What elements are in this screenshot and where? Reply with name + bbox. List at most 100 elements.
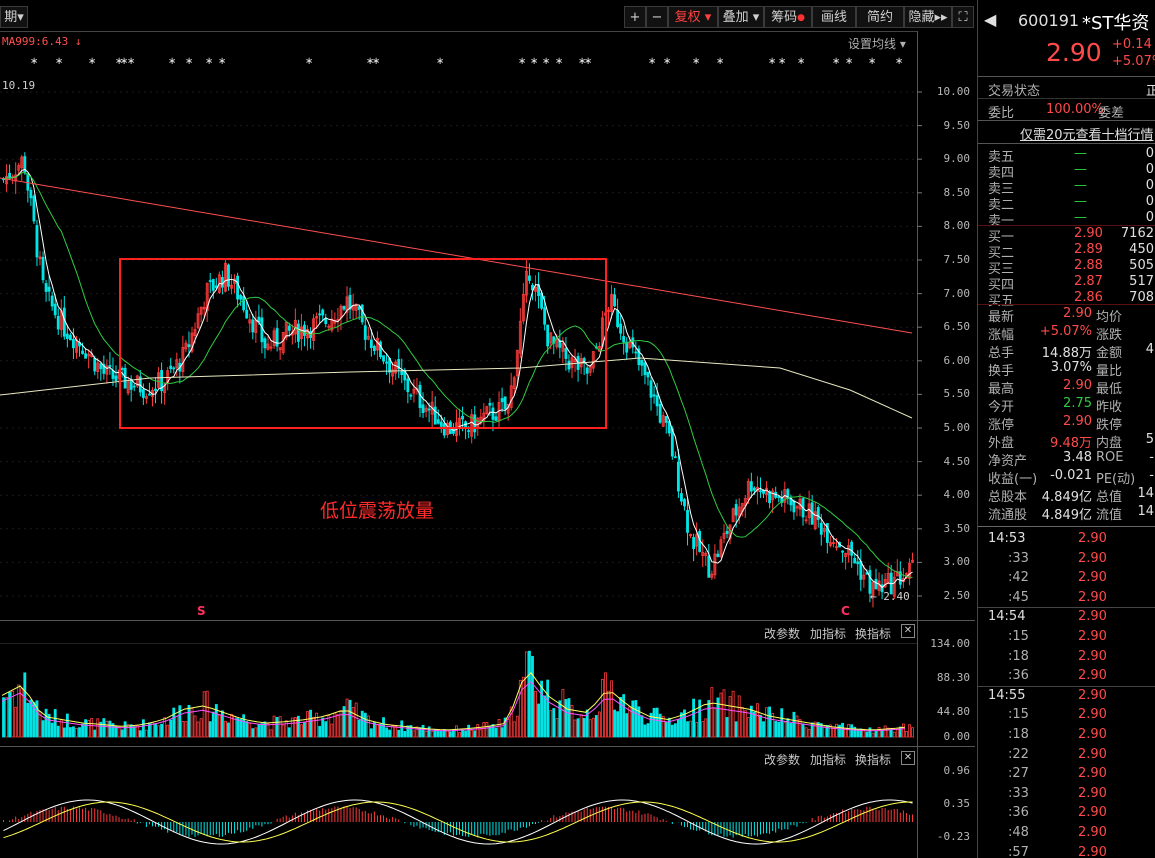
volume-bar: [485, 722, 489, 738]
volume-bar: [865, 731, 869, 738]
candle-body: [655, 395, 659, 407]
close-icon[interactable]: ✕: [901, 751, 915, 765]
buy-level-price: 2.90: [1074, 226, 1103, 241]
stat-label: 最高: [988, 382, 1015, 397]
volume-bar: [868, 727, 872, 738]
price-change-pct: +5.07%: [1112, 54, 1155, 69]
signal-marker: ∗: [845, 56, 853, 67]
candle-body: [692, 537, 696, 549]
diejia-button[interactable]: 叠加 ▾: [718, 6, 764, 28]
candle-body: [108, 365, 112, 367]
volume-bar: [759, 714, 762, 738]
volume-bar: [382, 717, 385, 738]
buy-level-volume: 708: [1129, 290, 1154, 305]
chouma-button[interactable]: 筹码●: [764, 6, 812, 28]
volume-bar: [582, 718, 586, 738]
volume-bar: [154, 723, 157, 738]
close-icon[interactable]: ✕: [901, 624, 915, 638]
volume-bar: [242, 714, 246, 738]
stat-row: 总手 14.88万 金额 4: [978, 342, 1155, 361]
volume-bar: [531, 656, 534, 738]
candle-body: [585, 367, 589, 374]
tick-row: :36 2.90: [978, 805, 1155, 823]
stat-row: 最新 2.90 均价: [978, 306, 1155, 325]
signal-marker: ∗: [797, 56, 805, 67]
volume-bar: [227, 722, 230, 738]
stat-label: 换手: [988, 364, 1015, 379]
candle-body: [841, 550, 844, 553]
volume-bar: [196, 721, 200, 738]
yincang-button[interactable]: 隐藏▸▸: [904, 6, 952, 28]
chart-area[interactable]: ∗ ∗ ∗ ∗ ∗ ∗ ∗ ∗ ∗ ∗ ∗ ∗ ∗ ∗ ∗ ∗ ∗ ∗ ∗ ∗ ∗ ∗ ∗ ∗ ∗ ∗ ∗ ∗ ∗ ∗ ∗ 期▾ + − 复…: [0, 0, 975, 858]
candle-body: [853, 557, 857, 564]
fullscreen-button[interactable]: ⛶: [952, 6, 974, 28]
volume-bar: [722, 689, 726, 738]
zoom-in-button[interactable]: +: [624, 6, 646, 28]
tick-row: :45 2.90: [978, 590, 1155, 608]
vol-switch-link[interactable]: 换指标: [855, 625, 891, 642]
candle-body: [324, 318, 328, 325]
tick-row: :18 2.90: [978, 727, 1155, 745]
ma-settings-button[interactable]: 设置均线 ▾: [848, 35, 906, 52]
volume-bar: [120, 729, 124, 738]
volume-bar: [84, 719, 88, 738]
volume-bar: [397, 729, 401, 738]
vol-params-link[interactable]: 改参数: [764, 625, 800, 642]
price-tick-label: 4.00: [943, 488, 971, 502]
buy-level-volume: 517: [1129, 274, 1154, 289]
candle-body: [93, 357, 97, 372]
macd-switch-link[interactable]: 换指标: [855, 751, 891, 768]
period-selector[interactable]: 期▾: [0, 6, 28, 28]
collapse-arrow-icon[interactable]: ◀: [984, 10, 996, 29]
ten-level-ad-link[interactable]: 仅需20元查看十档行情: [1020, 124, 1154, 143]
macd-add-link[interactable]: 加指标: [810, 751, 846, 768]
candle-body: [664, 416, 668, 423]
volume-bar: [108, 720, 112, 738]
zoom-out-button[interactable]: −: [646, 6, 668, 28]
signal-marker: ∗: [305, 56, 313, 67]
volume-bar: [251, 728, 255, 738]
volume-bar: [664, 722, 668, 738]
volume-bar: [379, 723, 382, 738]
stat-value-2: 4: [1145, 342, 1154, 357]
stat-label: 最新: [988, 310, 1015, 325]
vol-add-link[interactable]: 加指标: [810, 625, 846, 642]
macd-params-link[interactable]: 改参数: [764, 751, 800, 768]
volume-bar: [883, 725, 887, 738]
stat-label-2: 总值: [1096, 490, 1123, 505]
volume-bar: [625, 713, 629, 738]
candle-body: [473, 414, 477, 433]
volume-bar: [239, 718, 243, 738]
stat-label: 净资产: [988, 454, 1028, 469]
huaxian-button[interactable]: 画线: [812, 6, 856, 28]
volume-bar: [102, 718, 106, 738]
candle-body: [35, 225, 39, 258]
candle-body: [81, 350, 84, 354]
jianyue-button[interactable]: 简约: [856, 6, 904, 28]
signal-marker: ∗: [30, 56, 38, 67]
volume-bar: [880, 730, 884, 738]
tick-time: :15: [1008, 707, 1029, 723]
volume-bar: [372, 722, 376, 738]
volume-bar: [731, 690, 735, 738]
stat-row: 涨停 2.90 跌停: [978, 414, 1155, 433]
candle-body: [211, 279, 215, 291]
volume-bar: [56, 725, 60, 738]
volume-bar: [324, 721, 328, 738]
candle-body: [360, 304, 364, 323]
stat-label: 流通股: [988, 508, 1028, 523]
axis-separator: [917, 31, 918, 858]
volume-bar: [211, 711, 215, 738]
candle-body: [433, 406, 437, 425]
volume-bar: [476, 724, 480, 738]
fuquan-button[interactable]: 复权 ▾: [668, 6, 718, 28]
tick-time: 14:53: [988, 531, 1026, 546]
stat-value: 3.07%: [1050, 360, 1092, 375]
stat-label-2: ROE: [1096, 450, 1124, 465]
volume-bar: [178, 705, 182, 738]
candle-body: [749, 481, 753, 492]
kline-chart[interactable]: ∗ ∗ ∗ ∗∗∗ ∗ ∗ ∗ ∗ ∗ ∗∗ ∗ ∗ ∗ ∗ ∗ ∗∗ ∗ ∗ ∗ ∗ ∗ ∗ ∗ ∗ ∗ ∗ ∗: [0, 0, 975, 858]
volume-bar: [847, 723, 851, 738]
volume-bar: [90, 718, 94, 738]
tick-group-separator: [978, 607, 1155, 609]
